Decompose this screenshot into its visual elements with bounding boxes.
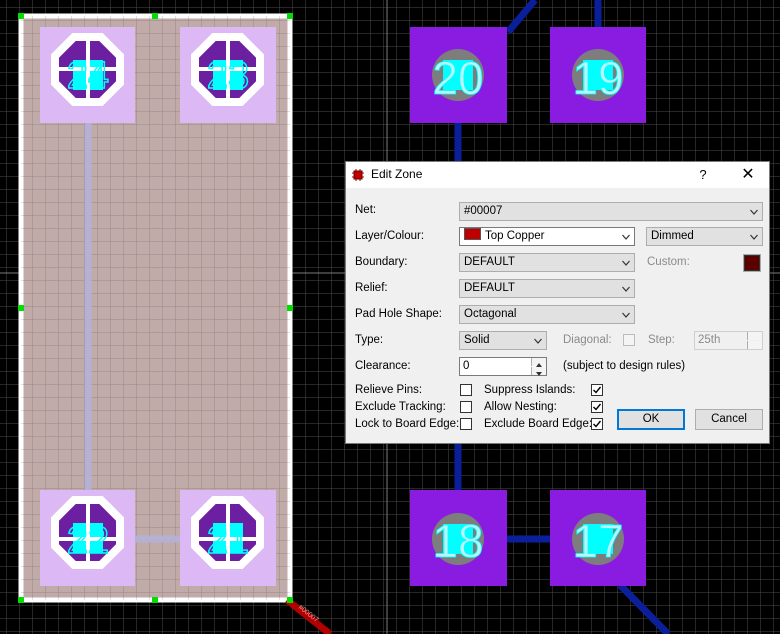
dialog-titlebar[interactable]: Edit Zone ? ✕ — [346, 162, 769, 188]
boundary-value: DEFAULT — [464, 256, 515, 268]
clearance-label: Clearance: — [355, 360, 411, 372]
pad-number: 19 — [572, 52, 623, 104]
lock-board-edge-label: Lock to Board Edge: — [355, 418, 460, 430]
diagonal-checkbox[interactable] — [623, 334, 635, 346]
step-input[interactable]: 25th — [694, 331, 763, 350]
pad-number: 20 — [432, 52, 483, 104]
layer-colour-label: Layer/Colour: — [355, 230, 425, 242]
chevron-down-icon — [622, 260, 630, 266]
triangle-down-icon — [536, 372, 542, 376]
close-button[interactable]: ✕ — [731, 163, 765, 187]
net-value: #00007 — [464, 205, 503, 217]
relief-label: Relief: — [355, 282, 388, 294]
custom-colour-swatch[interactable] — [743, 254, 761, 272]
pad-number: 24 — [67, 55, 109, 97]
type-label: Type: — [355, 334, 384, 346]
chevron-down-icon — [622, 286, 630, 292]
pad-number: 23 — [207, 55, 249, 97]
layer-select[interactable]: Top Copper — [459, 227, 635, 246]
type-select[interactable]: Solid — [459, 331, 547, 350]
checkmark-icon — [593, 420, 602, 428]
chevron-down-icon — [622, 312, 630, 318]
spin-down-button[interactable] — [531, 367, 546, 376]
net-label: Net: — [355, 204, 377, 216]
chevron-down-icon — [534, 338, 542, 344]
chevron-down-icon — [622, 234, 630, 240]
clearance-value: 0 — [463, 360, 470, 372]
suppress-islands-checkbox[interactable] — [591, 384, 603, 396]
chip-icon — [352, 169, 364, 181]
pad-19[interactable]: 19 — [550, 27, 646, 123]
boundary-select[interactable]: DEFAULT — [459, 253, 635, 272]
pad-number: 22 — [67, 520, 109, 562]
edit-zone-dialog: Edit Zone ? ✕ Net: #00007 Layer/Colour: … — [345, 161, 770, 444]
custom-label: Custom: — [647, 256, 690, 268]
suppress-islands-label: Suppress Islands: — [484, 384, 576, 396]
pad-21[interactable]: 21 — [180, 490, 276, 586]
checkmark-icon — [593, 386, 602, 394]
clearance-note: (subject to design rules) — [563, 360, 686, 372]
pad-22[interactable]: 22 — [40, 490, 135, 586]
spin-down-button[interactable] — [747, 341, 762, 349]
relief-select[interactable]: DEFAULT — [459, 279, 635, 298]
pad-20[interactable]: 20 — [410, 27, 507, 123]
exclude-tracking-label: Exclude Tracking: — [355, 401, 446, 413]
relief-value: DEFAULT — [464, 282, 515, 294]
type-value: Solid — [464, 334, 490, 346]
display-mode-value: Dimmed — [651, 230, 694, 242]
allow-nesting-checkbox[interactable] — [591, 401, 603, 413]
checkmark-icon — [593, 403, 602, 411]
pad-number: 17 — [572, 515, 623, 567]
pad-18[interactable]: 18 — [410, 490, 507, 586]
diagonal-label: Diagonal: — [563, 334, 612, 346]
pad-hole-shape-select[interactable]: Octagonal — [459, 305, 635, 324]
spin-up-button[interactable] — [747, 332, 762, 340]
lock-board-edge-checkbox[interactable] — [460, 418, 472, 430]
exclude-board-edge-checkbox[interactable] — [591, 418, 603, 430]
step-label: Step: — [648, 334, 675, 346]
pad-hole-shape-label: Pad Hole Shape: — [355, 308, 442, 320]
chevron-down-icon — [750, 234, 758, 240]
clearance-input[interactable]: 0 — [459, 357, 547, 376]
pad-hole-shape-value: Octagonal — [464, 308, 517, 320]
spin-up-button[interactable] — [531, 358, 546, 367]
pad-17[interactable]: 17 — [550, 490, 646, 586]
allow-nesting-label: Allow Nesting: — [484, 401, 557, 413]
pad-number: 21 — [207, 520, 249, 562]
cancel-button[interactable]: Cancel — [695, 409, 763, 430]
layer-value: Top Copper — [485, 230, 545, 242]
relieve-pins-checkbox[interactable] — [460, 384, 472, 396]
pad-23[interactable]: 23 — [180, 27, 276, 123]
exclude-tracking-checkbox[interactable] — [460, 401, 472, 413]
pad-number: 18 — [432, 515, 483, 567]
net-select[interactable]: #00007 — [459, 202, 763, 221]
exclude-board-edge-label: Exclude Board Edge: — [484, 418, 593, 430]
layer-colour-swatch — [464, 228, 481, 240]
help-button[interactable]: ? — [691, 163, 715, 187]
boundary-label: Boundary: — [355, 256, 408, 268]
ok-button[interactable]: OK — [617, 409, 685, 430]
step-value: 25th — [698, 334, 721, 346]
relieve-pins-label: Relieve Pins: — [355, 384, 423, 396]
dialog-title: Edit Zone — [371, 167, 423, 181]
display-mode-select[interactable]: Dimmed — [646, 227, 763, 246]
pad-24[interactable]: 24 — [40, 27, 135, 123]
chevron-down-icon — [750, 209, 758, 215]
